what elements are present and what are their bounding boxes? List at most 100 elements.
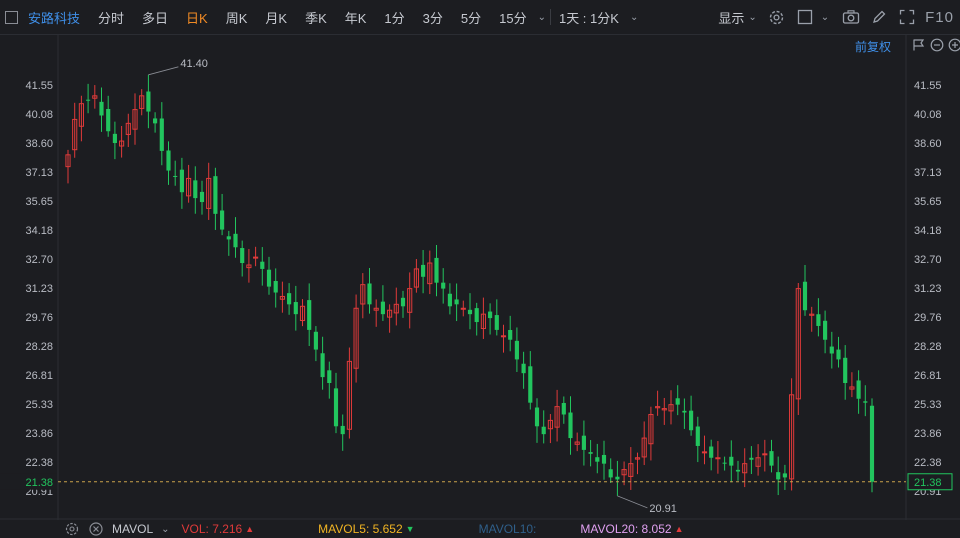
candle-body bbox=[729, 456, 734, 466]
more-periods-chevron-icon[interactable]: ⌄ bbox=[538, 12, 546, 23]
up-arrow-icon: ▲ bbox=[245, 524, 255, 534]
period-chevron-icon[interactable]: ⌄ bbox=[630, 12, 638, 23]
indicator-name[interactable]: MAVOL bbox=[112, 522, 153, 536]
y-axis-label-right: 41.55 bbox=[914, 80, 942, 92]
candle-body bbox=[568, 412, 573, 439]
candle-body bbox=[106, 108, 111, 132]
candle-body bbox=[213, 176, 218, 214]
candle-body bbox=[856, 380, 861, 399]
candle-body bbox=[447, 293, 452, 307]
candle-body bbox=[769, 451, 774, 466]
candle-body bbox=[467, 309, 473, 315]
candle-body bbox=[421, 264, 426, 277]
y-axis-label-right: 28.28 bbox=[914, 341, 942, 353]
candle-body bbox=[199, 191, 205, 203]
candle-body bbox=[146, 91, 151, 112]
tab-daily-k[interactable]: 日K bbox=[177, 8, 217, 27]
y-axis-label-right: 34.18 bbox=[914, 225, 942, 237]
tab-5min[interactable]: 5分 bbox=[452, 8, 490, 27]
vol-value: VOL: 7.216 bbox=[181, 522, 243, 536]
candle-body bbox=[615, 476, 620, 480]
candle-body bbox=[695, 426, 700, 446]
tab-15min[interactable]: 15分 bbox=[490, 8, 535, 27]
mavol10-value: MAVOL10: bbox=[478, 522, 537, 536]
tab-weekly-k[interactable]: 周K bbox=[217, 8, 257, 27]
candle-body bbox=[776, 472, 781, 480]
candle-body bbox=[514, 340, 519, 360]
panel-toggle-icon[interactable] bbox=[5, 10, 18, 24]
candle-body bbox=[823, 320, 828, 340]
current-price-tag-right: 21.38 bbox=[914, 477, 942, 489]
y-axis-label-left: 28.28 bbox=[25, 341, 53, 353]
camera-icon[interactable] bbox=[842, 8, 860, 26]
settings-icon[interactable] bbox=[768, 8, 786, 26]
y-axis-label-left: 25.33 bbox=[25, 399, 53, 411]
candle-body bbox=[313, 331, 318, 350]
candle-body bbox=[588, 452, 593, 454]
candle-body bbox=[534, 407, 540, 427]
period-select[interactable]: 1天 : 1分K bbox=[555, 8, 628, 27]
tab-multi-day[interactable]: 多日 bbox=[133, 8, 177, 27]
fullscreen-icon[interactable] bbox=[898, 8, 916, 26]
square-chevron-icon[interactable]: ⌄ bbox=[821, 12, 829, 23]
square-icon[interactable] bbox=[796, 8, 814, 26]
candle-body bbox=[333, 388, 339, 427]
candle-body bbox=[595, 457, 600, 462]
candle-body bbox=[179, 169, 184, 193]
pen-icon[interactable] bbox=[870, 8, 888, 26]
current-price-tag-left: 21.38 bbox=[25, 477, 53, 489]
candle-body bbox=[508, 329, 513, 340]
candle-body bbox=[528, 366, 533, 403]
candle-body bbox=[521, 363, 526, 374]
candle-body bbox=[173, 175, 178, 177]
tab-yearly-k[interactable]: 年K bbox=[336, 8, 376, 27]
close-icon[interactable] bbox=[88, 521, 104, 537]
candle-body bbox=[689, 410, 694, 431]
volume-legend: MAVOL ⌄ VOL: 7.216 ▲ MAVOL5: 5.652 ▼ MAV… bbox=[0, 520, 960, 538]
y-axis-label-right: 29.76 bbox=[914, 312, 942, 324]
y-axis-label-right: 25.33 bbox=[914, 399, 942, 411]
y-axis-label-left: 31.23 bbox=[25, 283, 53, 295]
settings-small-icon[interactable] bbox=[64, 521, 80, 537]
candle-body bbox=[454, 299, 459, 305]
candle-body bbox=[273, 280, 278, 293]
candle-body bbox=[460, 307, 466, 310]
tab-monthly-k[interactable]: 月K bbox=[256, 8, 296, 27]
y-axis-label-left: 40.08 bbox=[25, 109, 53, 121]
candle-body bbox=[561, 402, 566, 415]
candle-body bbox=[715, 457, 721, 460]
down-arrow-icon: ▼ bbox=[405, 524, 415, 534]
toolbar-right: 显示 ⌄ ⌄ F10 bbox=[709, 0, 960, 34]
candle-body bbox=[829, 346, 834, 354]
candle-body bbox=[159, 118, 164, 151]
tab-3min[interactable]: 3分 bbox=[414, 8, 452, 27]
candle-body bbox=[843, 357, 848, 384]
display-chevron-icon[interactable]: ⌄ bbox=[748, 12, 756, 23]
candle-body bbox=[226, 236, 231, 240]
candle-body bbox=[327, 370, 332, 384]
tab-intraday[interactable]: 分时 bbox=[89, 8, 133, 27]
candle-body bbox=[153, 118, 158, 124]
f10-button[interactable]: F10 bbox=[925, 9, 954, 26]
stock-name[interactable]: 安路科技 bbox=[26, 8, 89, 27]
candle-body bbox=[488, 311, 493, 319]
candle-body bbox=[863, 401, 868, 403]
tab-1min[interactable]: 1分 bbox=[375, 8, 413, 27]
candle-body bbox=[474, 308, 479, 323]
low-annotation-line bbox=[617, 495, 648, 509]
candle-body bbox=[441, 282, 446, 289]
toolbar: 安路科技 分时 多日 日K 周K 月K 季K 年K 1分 3分 5分 15分 ⌄… bbox=[0, 0, 960, 35]
candle-body bbox=[735, 469, 741, 472]
indicator-chevron-icon[interactable]: ⌄ bbox=[161, 524, 169, 535]
tab-quarterly-k[interactable]: 季K bbox=[296, 8, 336, 27]
candle-body bbox=[836, 349, 841, 360]
candle-body bbox=[434, 257, 439, 283]
candle-body bbox=[380, 301, 385, 315]
candle-body bbox=[675, 398, 680, 405]
candle-body bbox=[293, 302, 298, 315]
display-menu[interactable]: 显示 bbox=[709, 8, 746, 27]
kline-chart[interactable]: 41.55 41.55 40.08 40.08 38.60 38.60 37.13 37.13… bbox=[0, 34, 960, 520]
y-axis-label-left: 26.81 bbox=[25, 370, 53, 382]
candle-body bbox=[709, 446, 714, 458]
candle-body bbox=[166, 150, 171, 171]
